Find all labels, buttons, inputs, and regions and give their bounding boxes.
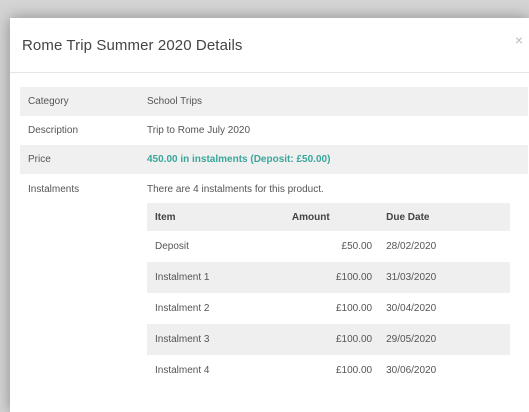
instalments-table: Item Amount Due Date Deposit £50.00 28/0…	[147, 203, 510, 386]
modal-title: Rome Trip Summer 2020 Details	[22, 37, 243, 54]
row-amount: £100.00	[335, 334, 373, 345]
row-due-date: 28/02/2020	[386, 241, 437, 252]
row-amount: £100.00	[335, 272, 373, 283]
category-label: Category	[28, 96, 69, 107]
header-amount: Amount	[291, 211, 330, 223]
details-table: Category School Trips Description Trip t…	[20, 87, 528, 386]
row-amount: £100.00	[335, 365, 373, 376]
row-item: Deposit	[155, 241, 189, 252]
category-value: School Trips	[147, 96, 203, 107]
price-value: 450.00 in instalments (Deposit: £50.00)	[147, 154, 331, 165]
table-row: Instalment 2 £100.00 30/04/2020	[147, 293, 510, 324]
row-item: Instalment 3	[155, 334, 210, 345]
header-item: Item	[155, 211, 176, 223]
row-due-date: 31/03/2020	[386, 272, 437, 283]
instalments-label: Instalments	[28, 184, 80, 195]
row-item: Instalment 4	[155, 365, 210, 376]
description-row: Description Trip to Rome July 2020	[20, 116, 528, 145]
price-row: Price 450.00 in instalments (Deposit: £5…	[20, 145, 528, 174]
modal-header: Rome Trip Summer 2020 Details ×	[10, 18, 529, 73]
price-label: Price	[28, 154, 51, 165]
row-item: Instalment 1	[155, 272, 210, 283]
description-value: Trip to Rome July 2020	[147, 125, 251, 136]
instalments-value: There are 4 instalments for this product…	[147, 174, 528, 386]
row-amount: £100.00	[335, 303, 373, 314]
instalments-note: There are 4 instalments for this product…	[147, 184, 324, 195]
table-row: Instalment 4 £100.00 30/06/2020	[147, 355, 510, 386]
row-due-date: 30/04/2020	[386, 303, 437, 314]
table-row: Instalment 3 £100.00 29/05/2020	[147, 324, 510, 355]
row-due-date: 30/06/2020	[386, 365, 437, 376]
category-row: Category School Trips	[20, 87, 528, 116]
table-row: Deposit £50.00 28/02/2020	[147, 231, 510, 262]
row-amount: £50.00	[341, 241, 373, 252]
row-item: Instalment 2	[155, 303, 210, 314]
close-button[interactable]: ×	[515, 32, 523, 48]
instalments-header-row: Item Amount Due Date	[147, 203, 510, 231]
header-due-date: Due Date	[386, 211, 430, 223]
table-row: Instalment 1 £100.00 31/03/2020	[147, 262, 510, 293]
instalments-row: Instalments There are 4 instalments for …	[20, 174, 528, 386]
row-due-date: 29/05/2020	[386, 334, 437, 345]
description-label: Description	[28, 125, 79, 136]
details-modal: Rome Trip Summer 2020 Details × Category…	[10, 18, 529, 412]
